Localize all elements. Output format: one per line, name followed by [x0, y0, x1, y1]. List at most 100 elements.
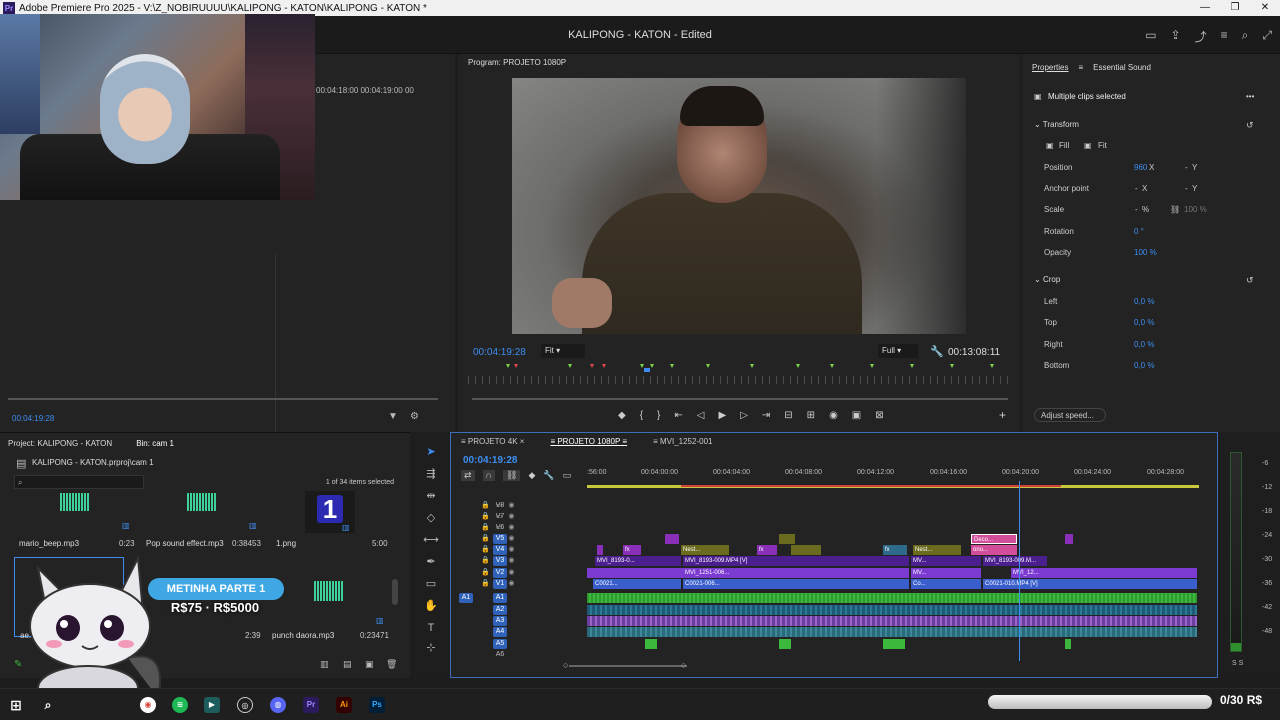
clip[interactable]: Co... [911, 579, 981, 589]
nest-icon[interactable]: ⇄ [461, 470, 475, 481]
playhead[interactable] [1019, 481, 1020, 661]
illustrator-icon[interactable]: Ai [336, 697, 352, 713]
premiere-icon[interactable]: Pr [303, 697, 319, 713]
tab-project[interactable]: Project: KALIPONG - KATON [8, 439, 112, 448]
reset-transform-icon[interactable]: ↺ [1246, 120, 1254, 131]
track-name[interactable]: A3 [493, 616, 507, 626]
clip[interactable]: ono... [971, 545, 1017, 555]
clip[interactable] [791, 545, 821, 555]
clip[interactable]: fx [623, 545, 641, 555]
zoom-select[interactable]: Fit ▾ [541, 344, 585, 358]
track-name[interactable]: A4 [493, 627, 507, 637]
clip[interactable] [779, 534, 795, 544]
clip[interactable] [665, 534, 679, 544]
wrench-icon[interactable]: 🔧 [543, 470, 554, 481]
rectangle-icon[interactable]: ▭ [423, 576, 439, 592]
fill-label[interactable]: Fill [1059, 141, 1069, 150]
project-scrollbar[interactable] [392, 579, 398, 605]
obs-icon[interactable]: ◎ [237, 697, 253, 713]
position-y[interactable]: - [1185, 163, 1188, 172]
crop-bottom-value[interactable]: 0,0 % [1134, 361, 1154, 370]
wrench-icon[interactable]: 🔧 [930, 345, 944, 358]
fit-label[interactable]: Fit [1098, 141, 1107, 150]
play-icon[interactable]: ▶ [718, 410, 726, 421]
program-video-frame[interactable] [512, 78, 966, 334]
rotation-value[interactable]: 0 ° [1134, 227, 1144, 236]
track-name[interactable]: V4 [493, 545, 507, 555]
list-item[interactable]: ▥ [28, 493, 138, 543]
source-patch[interactable]: A1 [459, 593, 473, 603]
clip[interactable]: C0021-010.MP4 [V] [983, 579, 1197, 589]
add-marker-icon[interactable]: ◆ [618, 410, 626, 421]
track-name[interactable]: V3 [493, 556, 507, 566]
discord-icon[interactable]: ◍ [270, 697, 286, 713]
track-select-icon[interactable]: ⇶ [423, 466, 439, 482]
track-name[interactable]: A1 [493, 593, 507, 603]
go-to-in-icon[interactable]: ⇤ [674, 410, 682, 421]
search-icon[interactable]: ⌕ [1242, 28, 1249, 45]
close-button[interactable]: ✕ [1250, 0, 1280, 16]
captions-icon[interactable]: ▭ [563, 470, 572, 481]
proxy-icon[interactable]: ⊠ [875, 410, 883, 421]
clip[interactable]: C0021-006... [683, 579, 909, 589]
new-item-icon[interactable]: ▣ [365, 659, 374, 670]
settings-icon[interactable]: ⚙ [410, 411, 419, 422]
clip[interactable] [587, 568, 683, 578]
clip[interactable]: Deco... [971, 534, 1017, 544]
clip[interactable]: fx [757, 545, 777, 555]
layout-icon[interactable]: ▭ [1145, 28, 1156, 45]
quality-select[interactable]: Full ▾ [878, 344, 918, 358]
audio-clip[interactable] [645, 639, 657, 649]
clip[interactable]: MVI_8193-0... [595, 556, 681, 566]
go-to-out-icon[interactable]: ⇥ [762, 410, 770, 421]
list-item[interactable]: ▥ [155, 493, 265, 543]
clip[interactable]: MVI_1251-006... [683, 568, 909, 578]
crop-left-value[interactable]: 0,0 % [1134, 297, 1154, 306]
scroll-handle-left[interactable]: ○ [563, 660, 568, 670]
hand-icon[interactable]: ✋ [423, 598, 439, 614]
audio-clip[interactable] [883, 639, 905, 649]
clip[interactable] [597, 545, 603, 555]
opacity-value[interactable]: 100 % [1134, 248, 1157, 257]
timeline-scrollbar[interactable] [569, 665, 687, 667]
ripple-edit-icon[interactable]: ⇹ [423, 488, 439, 504]
clip[interactable]: MV... [911, 556, 981, 566]
automate-icon[interactable]: ▥ [320, 659, 329, 670]
fill-icon[interactable]: ▣ [1046, 141, 1054, 150]
marker-icon[interactable]: ◆ [528, 470, 535, 481]
tab-menu-icon[interactable]: ≡ [1078, 63, 1083, 72]
track-name[interactable]: V2 [493, 568, 507, 578]
source-scrollbar[interactable] [8, 398, 438, 400]
filter-icon[interactable]: ▼ [388, 411, 398, 422]
tab-projeto-4k[interactable]: ≡ PROJETO 4K × [461, 437, 524, 446]
maximize-button[interactable]: ❐ [1220, 0, 1250, 16]
clip[interactable]: Nest... [913, 545, 961, 555]
camera-icon[interactable]: ◉ [829, 410, 838, 421]
tab-projeto-1080p[interactable]: ≡ PROJETO 1080P ≡ [550, 437, 627, 446]
audio-clip[interactable] [587, 616, 1197, 626]
transform-section[interactable]: ⌄ Transform [1034, 120, 1079, 129]
track-name[interactable]: V7 [493, 512, 507, 522]
track-name[interactable]: A2 [493, 605, 507, 615]
spotify-icon[interactable]: ≋ [172, 697, 188, 713]
crop-top-value[interactable]: 0,0 % [1134, 318, 1154, 327]
clip[interactable]: C0021... [593, 579, 681, 589]
search-icon[interactable]: ⌕ [40, 697, 56, 713]
tab-bin[interactable]: Bin: cam 1 [136, 439, 174, 448]
scale-value[interactable]: - [1135, 205, 1138, 214]
clip[interactable]: MV... [911, 568, 981, 578]
step-back-icon[interactable]: ◁ [697, 410, 705, 421]
selection-tool-icon[interactable]: ➤ [423, 444, 439, 460]
program-timecode[interactable]: 00:04:19:28 [473, 347, 526, 358]
track-name[interactable]: V5 [493, 534, 507, 544]
windows-start-icon[interactable]: ⊞ [8, 697, 24, 713]
extract-icon[interactable]: ⊞ [807, 410, 815, 421]
share-icon[interactable]: ⇪ [1171, 28, 1181, 45]
type-icon[interactable]: T [423, 620, 439, 636]
tab-properties[interactable]: Properties [1032, 63, 1068, 72]
program-title[interactable]: Program: PROJETO 1080P [468, 58, 566, 67]
tab-mvi[interactable]: ≡ MVI_1252-001 [653, 437, 712, 446]
audio-clip[interactable] [587, 593, 1197, 603]
clip[interactable]: MVI_12... [1011, 568, 1197, 578]
clip[interactable]: MVI_8193-009.MP4 [V] [683, 556, 909, 566]
